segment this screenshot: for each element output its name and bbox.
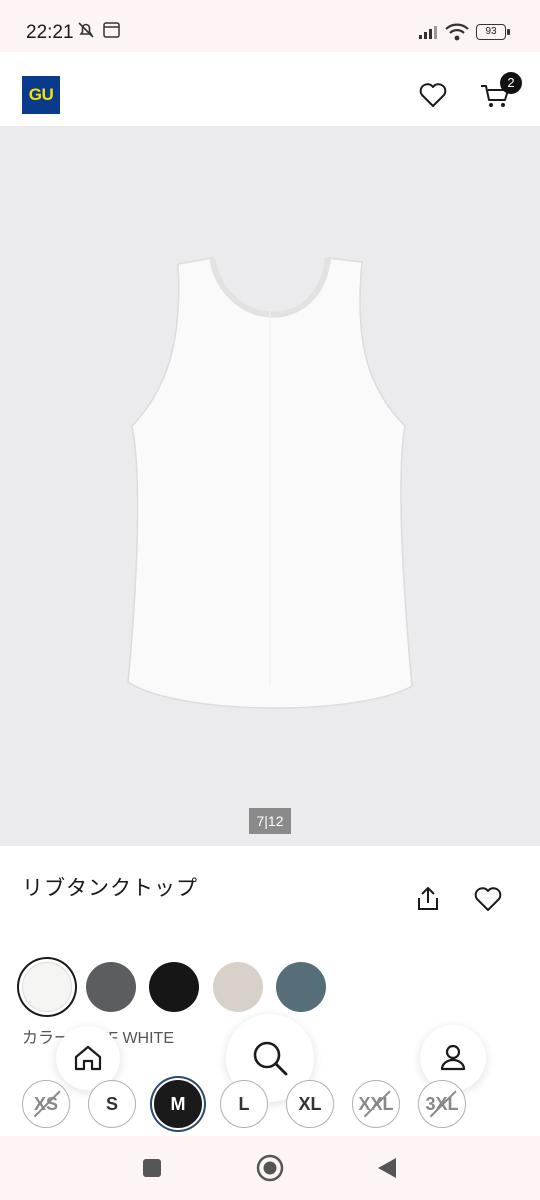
size-option[interactable]: M <box>154 1080 202 1128</box>
battery-indicator: 93 <box>476 24 510 40</box>
color-swatch[interactable] <box>149 962 199 1012</box>
app-header: GU 2 <box>0 52 540 126</box>
size-option[interactable]: XL <box>286 1080 334 1128</box>
tank-top-image <box>127 257 413 709</box>
favorite-icon[interactable] <box>473 884 503 914</box>
heart-icon[interactable] <box>418 80 448 110</box>
size-option[interactable]: XS <box>22 1080 70 1128</box>
status-bar: 22:21 93 <box>0 0 540 52</box>
image-page-indicator: 7|12 <box>249 808 291 834</box>
color-swatch[interactable] <box>22 962 72 1012</box>
product-title: リブタンクトップ <box>22 877 198 900</box>
size-option[interactable]: XXL <box>352 1080 400 1128</box>
account-nav-button[interactable] <box>420 1025 486 1091</box>
signal-icon <box>419 26 437 39</box>
wifi-icon <box>445 23 469 41</box>
gu-logo[interactable]: GU <box>22 76 60 114</box>
color-swatch[interactable] <box>213 962 263 1012</box>
status-time: 22:21 <box>26 22 74 43</box>
muted-bell-icon <box>78 22 94 38</box>
share-icon[interactable] <box>413 884 443 914</box>
size-option[interactable]: 3XL <box>418 1080 466 1128</box>
color-swatch[interactable] <box>86 962 136 1012</box>
size-option[interactable]: S <box>88 1080 136 1128</box>
recents-icon[interactable] <box>142 1158 162 1178</box>
product-image-carousel[interactable]: 7|12 <box>0 126 540 846</box>
home-circle-icon[interactable] <box>256 1154 284 1182</box>
color-swatch[interactable] <box>276 962 326 1012</box>
user-icon <box>440 1044 466 1071</box>
back-icon[interactable] <box>376 1157 398 1179</box>
size-option[interactable]: L <box>220 1080 268 1128</box>
cart-count-badge: 2 <box>500 72 522 94</box>
app-notification-icon <box>103 22 120 38</box>
system-navigation-bar <box>0 1136 540 1200</box>
